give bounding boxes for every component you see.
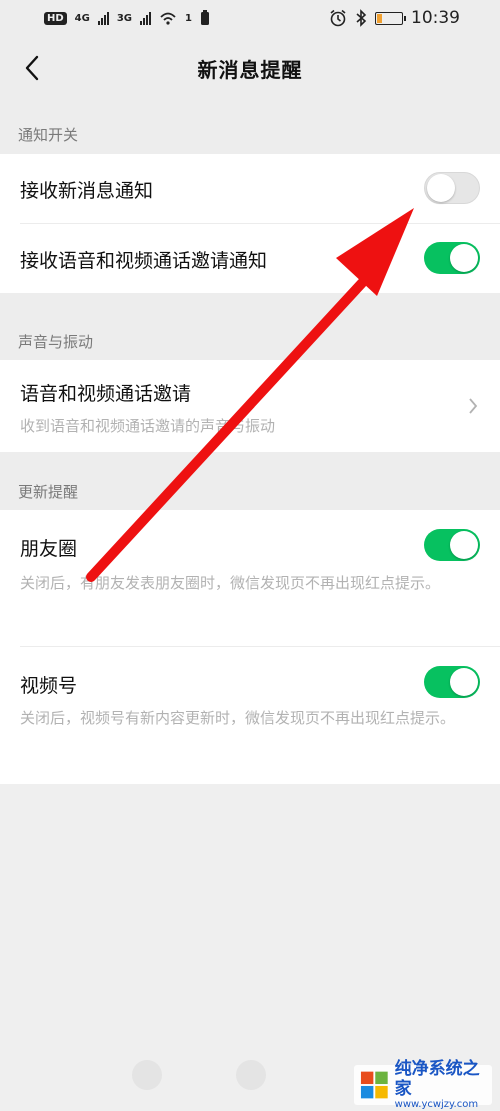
status-bar: HD 4G 3G 1 10:39: [0, 0, 500, 36]
updates-group: 朋友圈 关闭后，有朋友发表朋友圈时，微信发现页不再出现红点提示。 视频号 关闭后…: [0, 510, 500, 784]
chevron-right-icon: [469, 398, 478, 414]
watermark: 纯净系统之家 www.ycwjzy.com: [354, 1059, 492, 1110]
battery-icon: [375, 11, 406, 25]
section-label-sound: 声音与振动: [18, 333, 94, 351]
moments-toggle[interactable]: [424, 529, 480, 561]
wifi-icon: [160, 12, 176, 25]
row-call-invite-desc: 收到语音和视频通话邀请的声音与振动: [20, 417, 276, 435]
row-call-invite-label: 语音和视频通话邀请: [20, 383, 192, 405]
sim2-network-tag: 3G: [116, 12, 133, 24]
nav-bar: 新消息提醒: [0, 36, 500, 100]
chevron-left-icon: [25, 55, 39, 81]
battery-level: [377, 13, 382, 23]
section-label-notifications: 通知开关: [18, 126, 79, 144]
receive-new-toggle[interactable]: [424, 172, 480, 204]
row-receive-new-label: 接收新消息通知: [20, 180, 154, 202]
toggle-knob: [427, 174, 455, 202]
clock: 10:39: [411, 8, 460, 28]
page-title: 新消息提醒: [197, 57, 303, 82]
signal-icon: [97, 11, 109, 25]
hd-badge: HD: [44, 11, 67, 25]
alarm-icon: [330, 9, 346, 27]
notifications-group: 接收新消息通知 接收语音和视频通话邀请通知: [0, 154, 500, 293]
bluetooth-icon: [356, 9, 367, 27]
row-moments-label: 朋友圈: [20, 538, 78, 560]
receive-call-toggle[interactable]: [424, 242, 480, 274]
windows-logo-icon: [360, 1071, 388, 1099]
watermark-name: 纯净系统之家: [394, 1059, 480, 1099]
sound-group: 语音和视频通话邀请 收到语音和视频通话邀请的声音与振动: [0, 360, 500, 452]
channels-toggle[interactable]: [424, 666, 480, 698]
section-label-updates: 更新提醒: [18, 483, 79, 501]
row-channels-desc: 关闭后，视频号有新内容更新时，微信发现页不再出现红点提示。: [20, 709, 456, 727]
row-channels-label: 视频号: [20, 675, 78, 697]
row-call-invite[interactable]: 语音和视频通话邀请 收到语音和视频通话邀请的声音与振动: [0, 360, 500, 452]
row-channels[interactable]: 视频号 关闭后，视频号有新内容更新时，微信发现页不再出现红点提示。: [0, 647, 500, 784]
row-moments-desc: 关闭后，有朋友发表朋友圈时，微信发现页不再出现红点提示。: [20, 574, 441, 592]
toggle-knob: [450, 668, 478, 696]
toggle-knob: [450, 531, 478, 559]
row-receive-call-label: 接收语音和视频通话邀请通知: [20, 250, 268, 272]
wifi-count: 1: [185, 12, 192, 24]
row-receive-new[interactable]: 接收新消息通知: [0, 154, 500, 223]
battery-saver-icon: [200, 10, 209, 25]
signal-icon-2: [140, 11, 152, 25]
watermark-url: www.ycwjzy.com: [394, 1099, 479, 1110]
ghost-icon: [132, 1060, 162, 1090]
watermark-text: 纯净系统之家 www.ycwjzy.com: [395, 1059, 492, 1111]
back-button[interactable]: [14, 50, 50, 86]
row-moments[interactable]: 朋友圈 关闭后，有朋友发表朋友圈时，微信发现页不再出现红点提示。: [0, 510, 500, 646]
sim1-network-tag: 4G: [74, 12, 90, 24]
toggle-knob: [450, 244, 478, 272]
status-right: 10:39: [329, 8, 460, 28]
ghost-icon: [236, 1060, 266, 1090]
status-left: HD 4G 3G 1: [44, 10, 210, 26]
row-receive-call[interactable]: 接收语音和视频通话邀请通知: [0, 224, 500, 293]
